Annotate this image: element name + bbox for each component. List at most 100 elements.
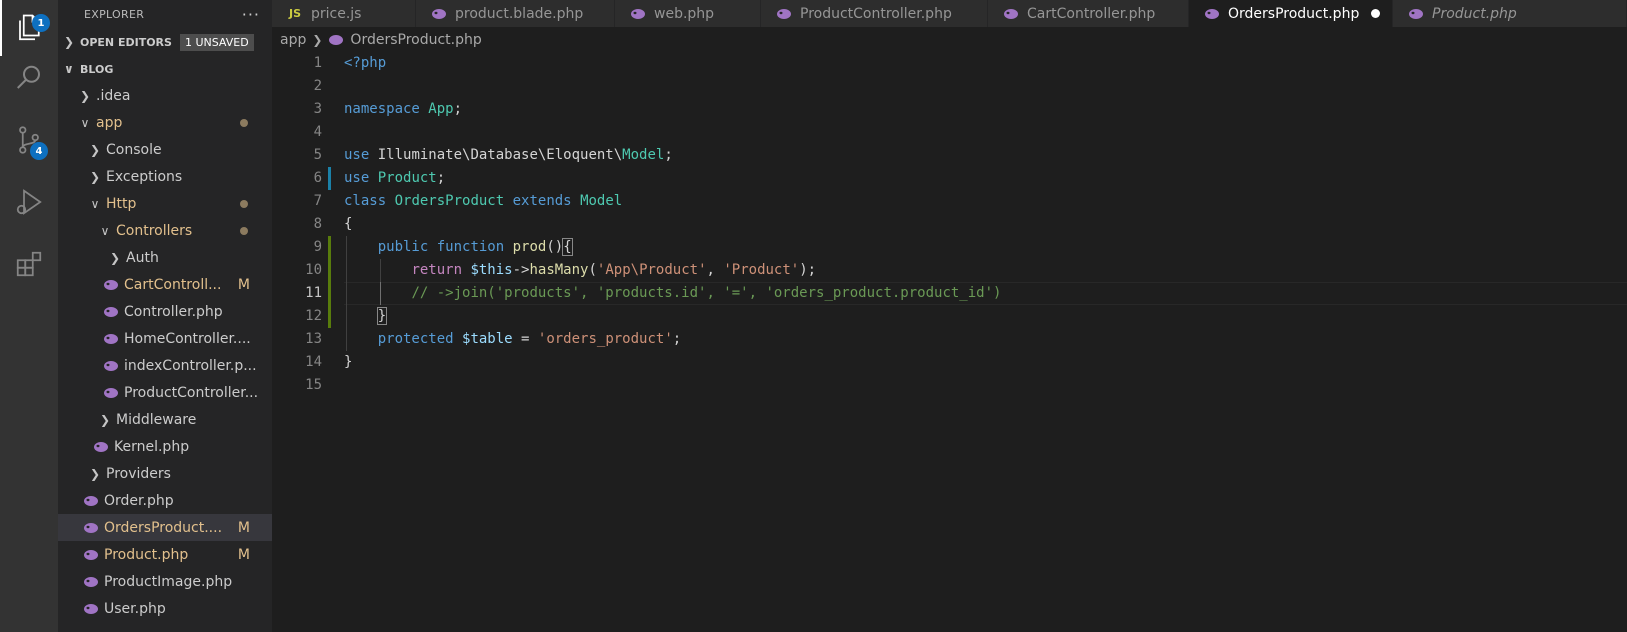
tree-folder[interactable]: ❯ Auth [58,244,272,271]
code-token: use [344,147,370,163]
code-line[interactable]: protected $table = 'orders_product'; [344,328,681,351]
tree-item-label: Controller.php [124,303,223,320]
added-line-marker[interactable] [328,282,331,305]
line-number: 9 [313,239,322,255]
tree-item-label: app [96,114,123,131]
editor-tab[interactable]: product.blade.php [416,0,615,27]
line-number: 6 [313,170,322,186]
code-token: = [512,331,538,347]
tree-item-label: Middleware [116,411,197,428]
editor-tab[interactable]: CartController.php [988,0,1189,27]
tree-file[interactable]: CartControll... M [58,271,272,298]
debug-activity[interactable] [0,174,58,230]
explorer-title: EXPLORER [84,7,145,21]
tree-item-label: Exceptions [106,168,183,185]
chevron-right-icon: ❯ [89,142,101,157]
added-line-marker[interactable] [328,259,331,282]
open-editors-section[interactable]: ❯ OPEN EDITORS 1 UNSAVED [58,29,272,55]
modified-dot-icon [240,200,248,208]
tree-folder[interactable]: ❯ .idea [58,82,272,109]
project-section[interactable]: ∨ BLOG [58,56,272,82]
code-line[interactable]: } [344,351,352,374]
explorer-activity[interactable]: 1 [0,0,58,56]
code-line[interactable]: public function prod(){ [344,236,573,259]
line-number: 3 [313,101,322,117]
tree-file[interactable]: ProductController... [58,379,272,406]
tree-file[interactable]: Order.php [58,487,272,514]
code-token: ; [453,101,463,117]
php-file-icon [102,279,120,291]
tree-folder[interactable]: ❯ Exceptions [58,163,272,190]
code-token: , [706,262,724,278]
tree-item-label: Order.php [104,492,174,509]
explorer-sidebar: EXPLORER ··· ❯ OPEN EDITORS 1 UNSAVED ∨ … [58,0,272,632]
chevron-right-icon: ❯ [64,35,75,49]
chevron-right-icon: ❯ [89,466,101,481]
modified-line-marker[interactable] [328,167,331,190]
php-file-icon [102,333,120,345]
tree-file[interactable]: Kernel.php [58,433,272,460]
extensions-activity[interactable] [0,236,58,292]
open-editors-label: OPEN EDITORS [80,35,172,49]
php-file-icon [328,34,344,46]
tree-file[interactable]: HomeController.... [58,325,272,352]
code-line[interactable]: return $this->hasMany('App\Product', 'Pr… [344,259,816,282]
code-token: class [344,193,387,209]
code-line[interactable]: } [344,305,388,328]
code-token: Model [580,193,623,209]
editor-tab[interactable]: ProductController.php [761,0,988,27]
editor-tab[interactable]: JS price.js [272,0,416,27]
code-line[interactable]: { [344,213,352,236]
code-editor[interactable]: 1 <?php 2 3 namespace App; 4 5 use Illuminate\D… [272,52,1627,632]
code-token: Illuminate\Database\Eloquent\ [369,147,623,163]
tree-folder[interactable]: ❯ Console [58,136,272,163]
search-icon [17,65,40,89]
js-file-icon: JS [286,7,304,20]
editor-tab[interactable]: Product.php [1393,0,1627,27]
chevron-right-icon: ❯ [312,33,323,47]
added-line-marker[interactable] [328,305,331,328]
php-file-icon [102,360,120,372]
editor-tab[interactable]: OrdersProduct.php [1189,0,1393,27]
breadcrumb-folder[interactable]: app [280,32,306,48]
unsaved-dot-icon[interactable] [1371,9,1381,18]
tree-file[interactable]: ProductImage.php [58,568,272,595]
code-line[interactable]: namespace App; [344,98,462,121]
modified-dot-icon [240,227,248,235]
code-line[interactable]: <?php [344,52,386,75]
code-token: public [377,239,429,255]
more-actions-icon[interactable]: ··· [242,5,260,24]
editor-tab[interactable]: web.php [615,0,761,27]
source-control-activity[interactable]: 4 [0,112,58,168]
tree-folder[interactable]: ∨ app [58,109,272,136]
breadcrumb-file[interactable]: OrdersProduct.php [350,32,481,48]
search-activity[interactable] [0,50,58,106]
tree-folder[interactable]: ❯ Providers [58,460,272,487]
tree-file[interactable]: Product.php M [58,541,272,568]
code-line[interactable]: class OrdersProduct extends Model [344,190,622,213]
php-file-icon [1407,8,1425,20]
added-line-marker[interactable] [328,236,331,259]
run-debug-icon [16,189,42,215]
tree-file[interactable]: indexController.p... [58,352,272,379]
code-token: App [428,101,454,117]
line-number: 10 [305,262,322,278]
tree-file[interactable]: OrdersProduct.... M [58,514,272,541]
code-token: // ->join('products', 'products.id', '='… [411,285,1002,301]
tree-file[interactable]: User.php [58,595,272,622]
tree-folder[interactable]: ∨ Controllers [58,217,272,244]
php-file-icon [82,495,100,507]
code-line[interactable]: // ->join('products', 'products.id', '='… [344,282,1001,305]
tree-file[interactable]: Controller.php [58,298,272,325]
chevron-right-icon: ❯ [89,169,101,184]
code-line[interactable]: use Illuminate\Database\Eloquent\Model; [344,144,673,167]
code-line[interactable]: use Product; [344,167,445,190]
tree-folder[interactable]: ∨ Http [58,190,272,217]
tree-folder[interactable]: ❯ Middleware [58,406,272,433]
